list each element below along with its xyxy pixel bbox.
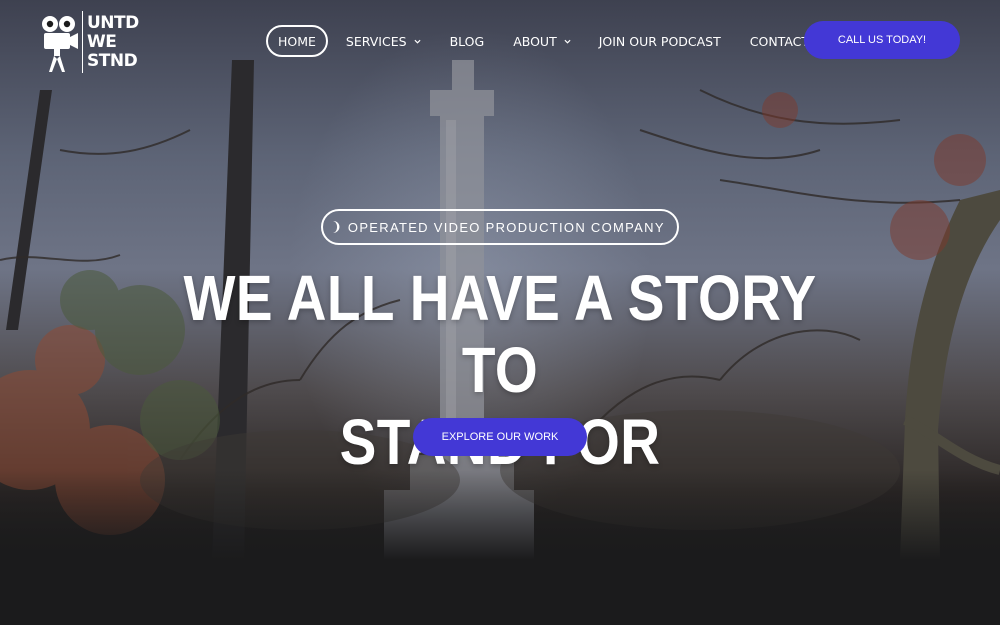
nav-item-podcast-label: JOIN OUR PODCAST	[598, 33, 721, 49]
nav-item-contact-label: CONTACT	[749, 33, 810, 49]
main-nav: HOME SERVICES BLOG ABOUT JOIN OUR PODCAS…	[266, 25, 809, 57]
chevron-down-icon	[564, 39, 571, 44]
film-camera-person-icon	[42, 16, 78, 72]
logo-divider	[82, 11, 83, 73]
nav-item-home[interactable]: HOME	[266, 25, 328, 57]
hero-fade	[0, 470, 1000, 560]
site-logo[interactable]: UNTD WE STND	[40, 10, 140, 74]
logo-wordmark: UNTD WE STND	[87, 12, 139, 71]
nav-item-blog[interactable]: BLOG	[450, 25, 485, 57]
explore-our-work-button[interactable]: EXPLORE OUR WORK	[413, 418, 587, 456]
logo-line-2: WE	[87, 31, 117, 52]
chevron-down-icon	[414, 39, 421, 44]
logo-line-3: STND	[87, 50, 138, 71]
logo-line-1: UNTD	[87, 12, 139, 33]
nav-item-services-label: SERVICES	[345, 33, 407, 49]
explore-our-work-label: EXPLORE OUR WORK	[441, 431, 559, 443]
nav-item-about-label: ABOUT	[513, 33, 557, 49]
hero-tagline-pill: ❩ OPERATED VIDEO PRODUCTION COMPANY	[321, 209, 679, 245]
nav-item-services[interactable]: SERVICES	[346, 25, 421, 57]
tagline-arc-glyph: ❩	[331, 219, 342, 234]
nav-item-about[interactable]: ABOUT	[513, 25, 571, 57]
nav-item-podcast[interactable]: JOIN OUR PODCAST	[599, 25, 721, 57]
call-us-button[interactable]: CALL US TODAY!	[804, 21, 960, 59]
nav-item-blog-label: BLOG	[449, 33, 485, 49]
section-divider-band	[0, 560, 1000, 625]
call-us-button-label: CALL US TODAY!	[837, 34, 927, 46]
hero-tagline: OPERATED VIDEO PRODUCTION COMPANY	[347, 219, 665, 235]
nav-item-contact[interactable]: CONTACT	[750, 25, 809, 57]
hero-headline-line-1: WE ALL HAVE A STORY TO	[183, 262, 817, 406]
nav-item-home-label: HOME	[278, 33, 316, 49]
